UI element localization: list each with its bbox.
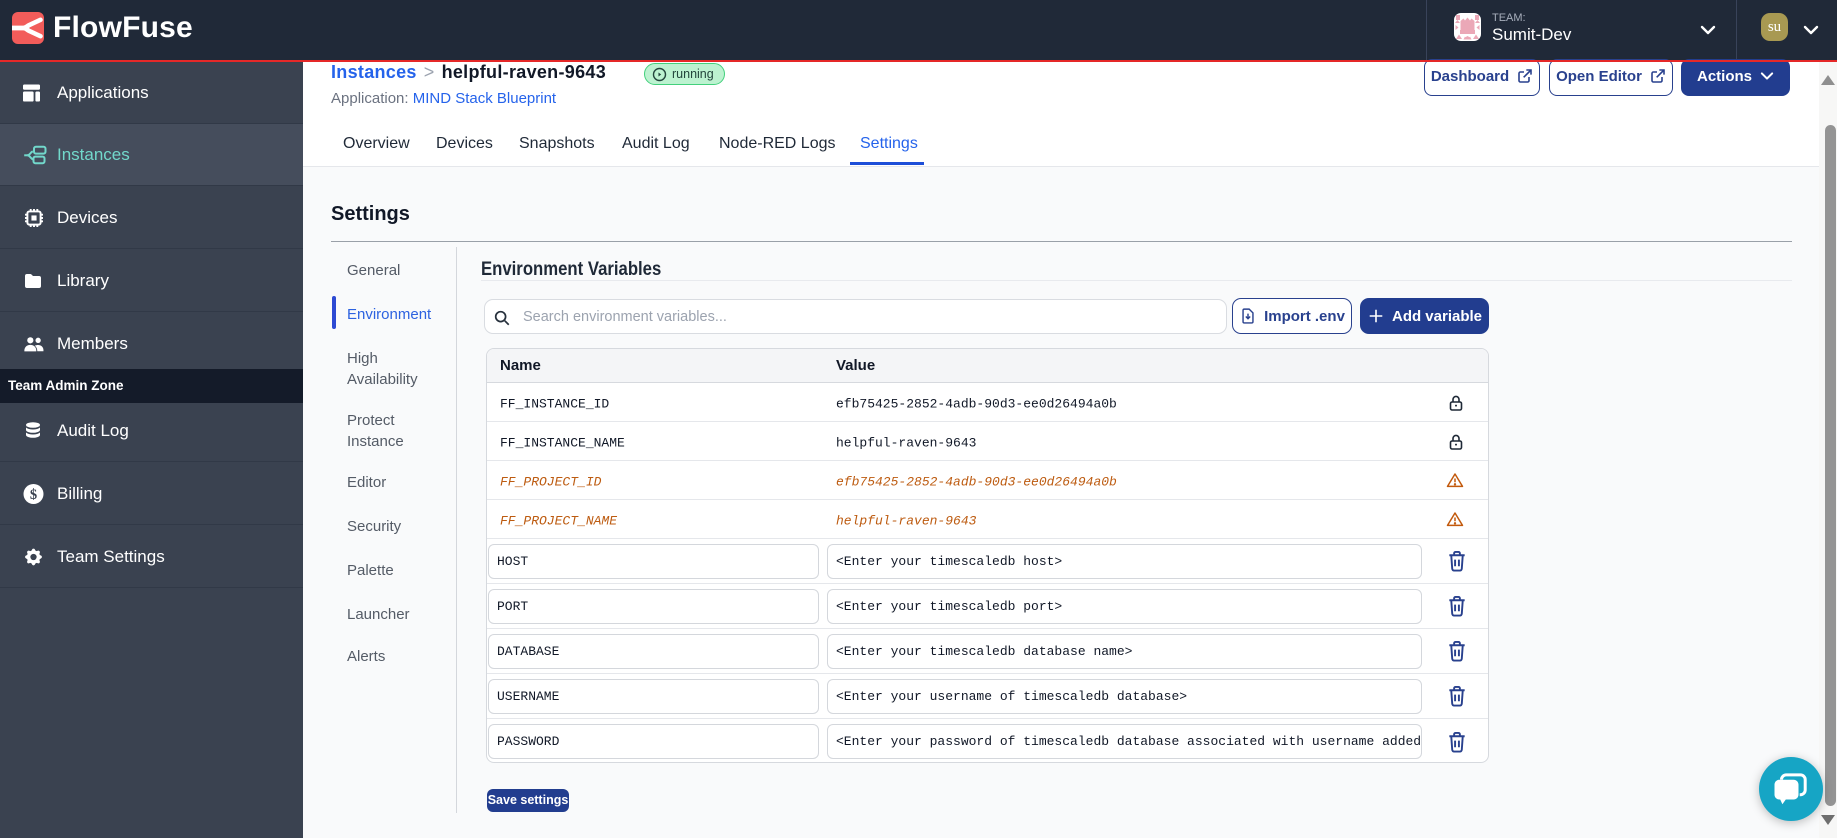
svg-text:$: $	[30, 486, 37, 502]
